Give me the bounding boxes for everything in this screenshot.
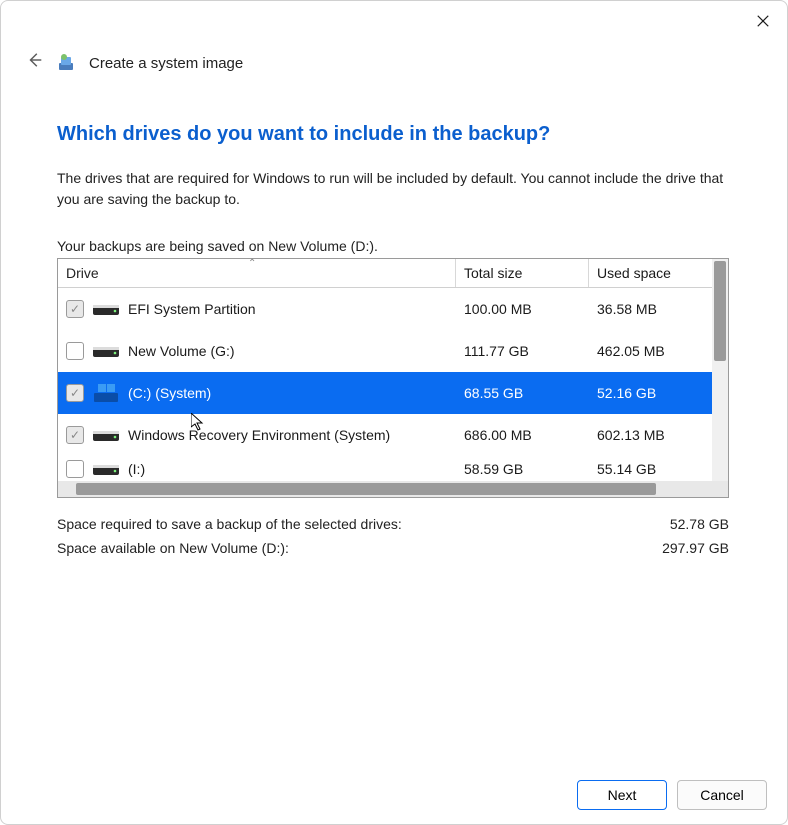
drive-total-size: 686.00 MB <box>456 427 589 443</box>
system-image-icon <box>57 53 77 73</box>
table-row[interactable]: (I:) 58.59 GB55.14 GB <box>58 456 728 481</box>
space-required-value: 52.78 GB <box>670 516 729 532</box>
drive-used-space: 602.13 MB <box>589 427 709 443</box>
wizard-title: Create a system image <box>89 55 243 72</box>
space-required-label: Space required to save a backup of the s… <box>57 516 402 532</box>
drive-name: (I:) <box>128 461 145 477</box>
drive-name: (C:) (System) <box>128 385 211 401</box>
column-total-size[interactable]: Total size <box>456 259 589 287</box>
drive-checkbox: ✓ <box>66 300 84 318</box>
space-available-label: Space available on New Volume (D:): <box>57 540 289 556</box>
sort-caret-icon: ⌃ <box>248 258 256 269</box>
drive-used-space: 36.58 MB <box>589 301 709 317</box>
horizontal-scrollbar[interactable] <box>58 481 728 497</box>
column-label: Drive <box>66 265 99 281</box>
hdd-icon <box>92 460 120 478</box>
table-row[interactable]: ✓ (C:) (System) 68.55 GB52.16 GB <box>58 372 728 414</box>
drive-total-size: 58.59 GB <box>456 461 589 477</box>
hdd-icon <box>92 426 120 444</box>
cancel-button[interactable]: Cancel <box>677 780 767 810</box>
close-icon[interactable] <box>753 11 773 31</box>
drive-total-size: 100.00 MB <box>456 301 589 317</box>
drive-used-space: 52.16 GB <box>589 385 709 401</box>
table-row[interactable]: New Volume (G:) 111.77 GB462.05 MB <box>58 330 728 372</box>
hdd-icon <box>92 300 120 318</box>
drive-checkbox[interactable] <box>66 342 84 360</box>
table-row[interactable]: ✓ Windows Recovery Environment (System) 68… <box>58 414 728 456</box>
scrollbar-thumb[interactable] <box>76 483 656 495</box>
column-used-space[interactable]: Used space <box>589 259 709 287</box>
drive-checkbox[interactable] <box>66 460 84 478</box>
drive-total-size: 111.77 GB <box>456 343 589 359</box>
drive-list: Drive ⌃ Total size Used space ✓ EFI Syste… <box>57 258 729 498</box>
windows-drive-icon <box>92 384 120 402</box>
page-heading: Which drives do you want to include in t… <box>57 123 731 146</box>
drive-name: Windows Recovery Environment (System) <box>128 427 390 443</box>
drive-checkbox: ✓ <box>66 426 84 444</box>
drive-used-space: 55.14 GB <box>589 461 709 477</box>
column-drive[interactable]: Drive ⌃ <box>58 259 456 287</box>
space-available-value: 297.97 GB <box>662 540 729 556</box>
drive-name: New Volume (G:) <box>128 343 235 359</box>
drive-used-space: 462.05 MB <box>589 343 709 359</box>
table-header: Drive ⌃ Total size Used space <box>58 259 728 288</box>
next-button[interactable]: Next <box>577 780 667 810</box>
description-text: The drives that are required for Windows… <box>57 168 731 210</box>
scrollbar-thumb[interactable] <box>714 261 726 361</box>
table-row[interactable]: ✓ EFI System Partition 100.00 MB36.58 MB <box>58 288 728 330</box>
drive-checkbox: ✓ <box>66 384 84 402</box>
save-location-text: Your backups are being saved on New Volu… <box>57 238 731 254</box>
drive-name: EFI System Partition <box>128 301 256 317</box>
drive-total-size: 68.55 GB <box>456 385 589 401</box>
vertical-scrollbar[interactable] <box>712 259 728 481</box>
hdd-icon <box>92 342 120 360</box>
back-arrow-icon[interactable] <box>25 51 45 75</box>
